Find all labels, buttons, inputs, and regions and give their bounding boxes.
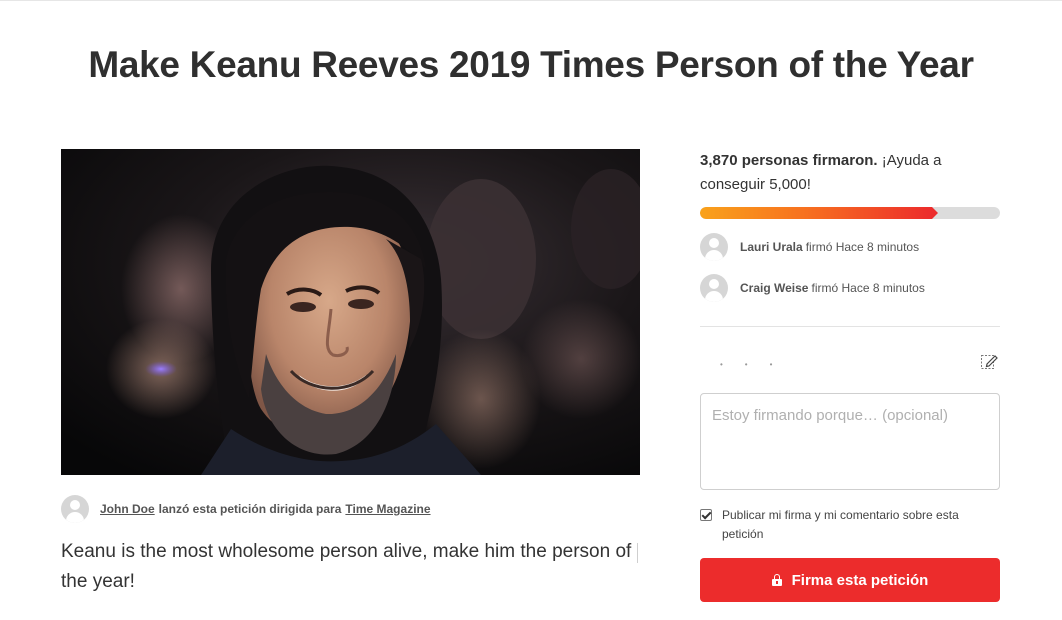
sign-petition-button[interactable]: Firma esta petición <box>700 558 1000 602</box>
edit-icon[interactable] <box>980 352 998 370</box>
progress-fill <box>700 207 939 219</box>
lock-icon <box>771 574 782 586</box>
sign-button-label: Firma esta petición <box>791 571 929 589</box>
loading-dots: ••• <box>720 360 795 369</box>
panel-divider <box>700 326 1000 327</box>
publish-label: Publicar mi firma y mi comentario sobre … <box>722 508 959 541</box>
recent-signer: Lauri Urala firmó Hace 8 minutos <box>700 233 1000 261</box>
petition-starter: John Doe lanzó esta petición dirigida pa… <box>61 495 431 523</box>
user-avatar-icon <box>61 495 89 523</box>
signature-count: 3,870 personas firmaron. ¡Ayuda a conseg… <box>700 149 1000 197</box>
signature-count-number: 3,870 personas firmaron. <box>700 152 878 169</box>
signer-action: firmó Hace 8 minutos <box>805 240 920 254</box>
user-avatar-icon <box>700 233 728 261</box>
publish-option[interactable]: Publicar mi firma y mi comentario sobre … <box>700 506 1000 544</box>
comment-field[interactable] <box>700 393 1000 490</box>
page-title: Make Keanu Reeves 2019 Times Person of t… <box>88 44 974 85</box>
signer-name: Craig Weise <box>740 281 809 295</box>
signature-panel: 3,870 personas firmaron. ¡Ayuda a conseg… <box>700 149 1000 602</box>
top-divider <box>0 0 1062 1</box>
recent-signer: Craig Weise firmó Hace 8 minutos <box>700 274 1000 302</box>
user-avatar-icon <box>700 274 728 302</box>
petition-photo <box>61 149 640 475</box>
checkbox-checked-icon[interactable] <box>700 509 712 521</box>
signer-name: Lauri Urala <box>740 240 803 254</box>
target-link[interactable]: Time Magazine <box>345 502 430 516</box>
petition-description: Keanu is the most wholesome person alive… <box>61 541 632 592</box>
starter-text: lanzó esta petición dirigida para <box>158 502 342 516</box>
signature-progress-bar <box>700 207 1000 219</box>
signer-action: firmó Hace 8 minutos <box>811 281 925 295</box>
starter-name-link[interactable]: John Doe <box>100 502 155 516</box>
text-cursor <box>637 543 638 563</box>
